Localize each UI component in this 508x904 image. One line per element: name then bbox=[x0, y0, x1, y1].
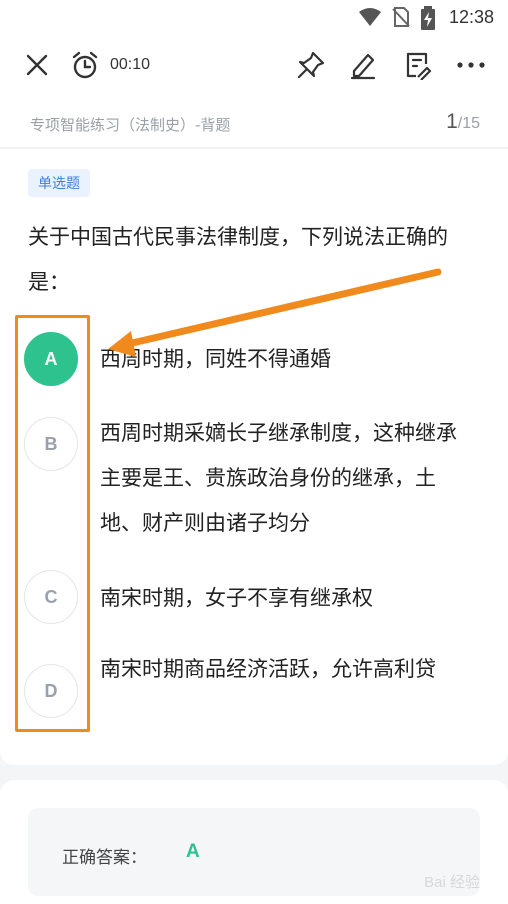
battery-charging-icon bbox=[421, 6, 435, 30]
question-counter: 1/15 bbox=[446, 110, 480, 134]
answer-label: 正确答案： bbox=[62, 848, 147, 868]
option-a-circle[interactable]: A bbox=[24, 332, 78, 386]
question-text: 关于中国古代民事法律制度，下列说法正确的是： bbox=[28, 225, 448, 294]
note-button[interactable] bbox=[400, 48, 434, 82]
watermark: Bai 经验 bbox=[424, 874, 480, 891]
practice-header: 专项智能练习（法制史）-背题 1/15 bbox=[0, 98, 508, 148]
edit-button[interactable] bbox=[346, 48, 380, 82]
close-button[interactable] bbox=[20, 48, 54, 82]
timer-button[interactable] bbox=[68, 48, 102, 82]
alarm-clock-icon bbox=[72, 51, 98, 79]
breadcrumb: 专项智能练习（法制史）-背题 bbox=[30, 116, 231, 134]
current-index: 1 bbox=[446, 110, 458, 133]
option-b-text[interactable]: 西周时期采嫡长子继承制度，这种继承主要是王、贵族政治身份的继承，土地、财产则由诸… bbox=[100, 411, 470, 546]
question-card: 单选题 关于中国古代民事法律制度，下列说法正确的是： A 西周时期，同姓不得通婚… bbox=[0, 149, 508, 765]
more-button[interactable] bbox=[454, 48, 488, 82]
timer-readout: 00:10 bbox=[110, 56, 151, 73]
pin-icon bbox=[297, 51, 325, 79]
answer-box: 正确答案： A bbox=[28, 808, 480, 896]
pencil-icon bbox=[350, 53, 376, 80]
option-a-text[interactable]: 西周时期，同姓不得通婚 bbox=[100, 337, 470, 382]
more-icon bbox=[457, 62, 485, 68]
pin-button[interactable] bbox=[294, 48, 328, 82]
option-c-text[interactable]: 南宋时期，女子不享有继承权 bbox=[100, 576, 470, 621]
close-icon bbox=[26, 54, 48, 76]
question-type-tag: 单选题 bbox=[28, 169, 90, 197]
answer-value: A bbox=[186, 841, 200, 862]
no-sim-icon bbox=[392, 7, 410, 27]
option-b-circle[interactable]: B bbox=[24, 417, 78, 471]
clock-time: 12:38 bbox=[448, 7, 494, 27]
wifi-icon bbox=[359, 8, 381, 26]
toolbar: 00:10 bbox=[0, 34, 508, 98]
option-d-text[interactable]: 南宋时期商品经济活跃，允许高利贷 bbox=[100, 647, 470, 692]
total-count: /15 bbox=[457, 115, 480, 132]
note-icon bbox=[406, 52, 432, 80]
option-c-circle[interactable]: C bbox=[24, 570, 78, 624]
status-bar: 12:38 bbox=[0, 0, 508, 34]
option-d-circle[interactable]: D bbox=[24, 664, 78, 718]
